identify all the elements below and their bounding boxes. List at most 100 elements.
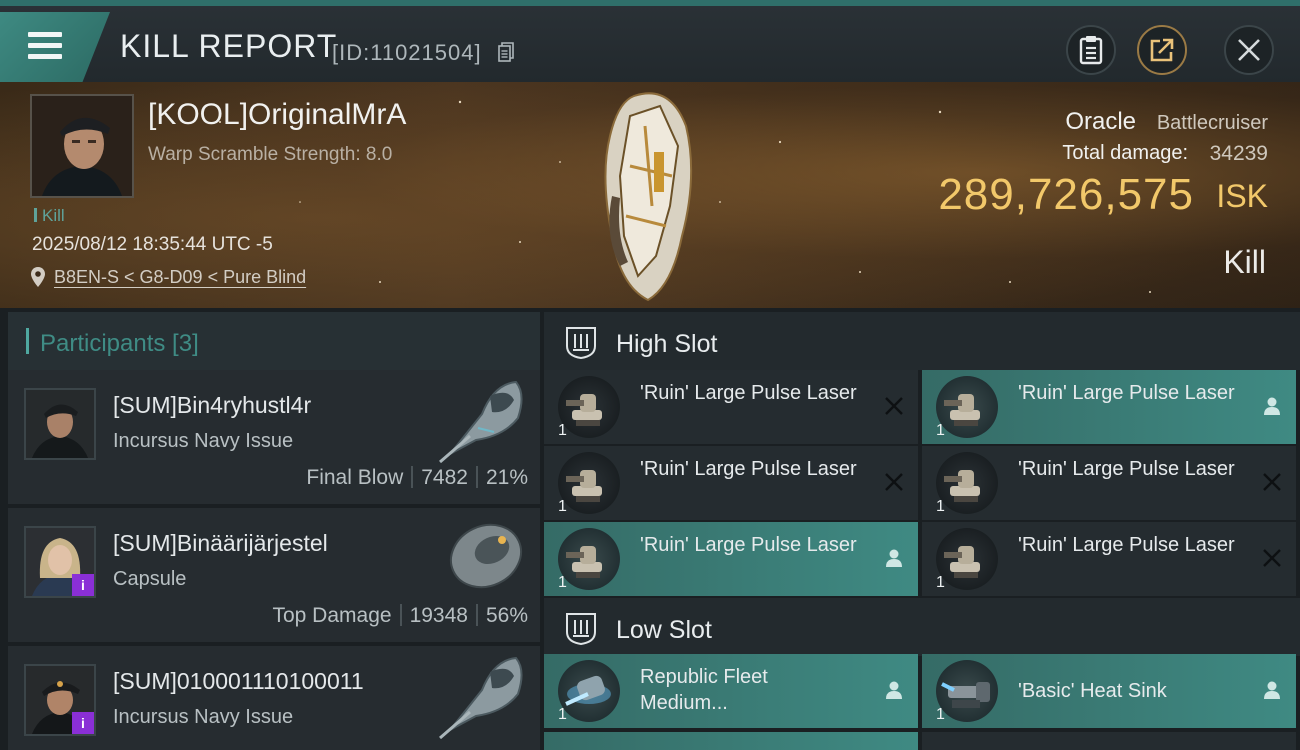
close-icon	[1238, 39, 1260, 61]
victim-banner: [KOOL]OriginalMrA Warp Scramble Strength…	[0, 82, 1300, 308]
dropped-person-icon	[1264, 681, 1280, 699]
destroyed-x-icon	[885, 397, 903, 415]
total-damage-label: Total damage:	[1062, 142, 1188, 164]
pulse-laser-icon	[936, 376, 998, 438]
close-button[interactable]	[1224, 25, 1274, 75]
module-name: 'Ruin' Large Pulse Laser	[1018, 382, 1235, 404]
kill-tag: Kill	[34, 206, 65, 226]
participant-damage: 7482	[421, 466, 468, 489]
module-item[interactable]: 1 'Basic' Heat Sink	[922, 654, 1296, 728]
share-button[interactable]	[1137, 25, 1187, 75]
destroyed-x-icon	[1263, 473, 1281, 491]
module-item[interactable]: 1 'Ruin' Large Pulse Laser	[922, 370, 1296, 444]
heat-sink-icon	[936, 660, 998, 722]
destroyed-x-icon	[1263, 549, 1281, 567]
report-id: [ID:11021504]	[332, 40, 482, 65]
pulse-laser-icon	[558, 376, 620, 438]
destroyed-x-icon	[885, 473, 903, 491]
participants-header[interactable]: Participants [3]	[8, 312, 540, 370]
pulse-laser-icon	[558, 528, 620, 590]
module-item[interactable]: 1 'Ruin' Large Pulse Laser	[922, 446, 1296, 520]
module-name: 'Ruin' Large Pulse Laser	[1018, 458, 1235, 480]
dropped-person-icon	[886, 681, 902, 699]
participant-avatar[interactable]	[24, 388, 96, 460]
total-damage-value: 34239	[1209, 142, 1268, 165]
armor-module-icon	[558, 660, 620, 722]
clipboard-icon	[1079, 36, 1103, 65]
participant-damage: 19348	[409, 604, 468, 627]
isk-unit: ISK	[1216, 178, 1268, 214]
participant-card[interactable]: i [SUM]Binäärijärjestel Capsule Top Dama…	[8, 508, 540, 642]
menu-button[interactable]	[0, 12, 110, 82]
victim-name[interactable]: [KOOL]OriginalMrA	[148, 98, 406, 132]
victim-ship-name[interactable]: Oracle	[1065, 108, 1136, 136]
module-quantity: 1	[558, 706, 567, 723]
dropped-person-icon	[1264, 397, 1280, 415]
participant-avatar[interactable]: i	[24, 664, 96, 736]
low-slot-icon	[566, 613, 596, 646]
participant-card[interactable]: [SUM]Bin4ryhustl4r Incursus Navy Issue F…	[8, 370, 540, 504]
participants-title: Participants [3]	[40, 330, 199, 357]
copy-id-icon[interactable]	[498, 42, 514, 62]
participant-ship-image	[439, 656, 523, 740]
victim-avatar[interactable]	[30, 94, 134, 198]
location-pin-icon	[31, 267, 45, 287]
kill-report-header: KILL REPORT [ID:11021504]	[0, 0, 1300, 82]
module-quantity: 1	[936, 498, 945, 515]
participant-name[interactable]: [SUM]010001110100011	[113, 668, 364, 695]
participant-role: Final Blow	[306, 466, 404, 489]
participant-ship: Incursus Navy Issue	[113, 706, 294, 728]
low-slot-title: Low Slot	[616, 616, 712, 644]
isk-value: 289,726,575	[938, 170, 1194, 219]
module-item[interactable]: 1 'Ruin' Large Pulse Laser	[922, 522, 1296, 596]
module-item[interactable]	[922, 732, 1296, 750]
kill-result: Kill	[1223, 244, 1266, 280]
page-title: KILL REPORT	[120, 28, 338, 64]
participant-ship-image	[449, 523, 523, 589]
share-external-icon	[1150, 38, 1174, 62]
pulse-laser-icon	[558, 452, 620, 514]
clipboard-report-button[interactable]	[1066, 25, 1116, 75]
module-item[interactable]: 1 'Ruin' Large Pulse Laser	[544, 370, 918, 444]
location-link[interactable]: B8EN-S < G8-D09 < Pure Blind	[54, 267, 306, 288]
participant-ship: Incursus Navy Issue	[113, 430, 294, 452]
participant-name[interactable]: [SUM]Binäärijärjestel	[113, 530, 328, 557]
module-quantity: 1	[558, 498, 567, 515]
module-name: 'Ruin' Large Pulse Laser	[640, 382, 857, 404]
module-name: Republic Fleet Medium...	[640, 666, 768, 714]
participant-percent: 21%	[485, 466, 528, 489]
dropped-person-icon	[886, 549, 902, 567]
participant-card[interactable]: i [SUM]010001110100011 Incursus Navy Iss…	[8, 646, 540, 750]
module-item[interactable]: 1 'Ruin' Large Pulse Laser	[544, 446, 918, 520]
module-name: 'Ruin' Large Pulse Laser	[1018, 534, 1235, 556]
participant-ship: Capsule	[113, 568, 187, 590]
module-quantity: 1	[558, 574, 567, 591]
module-item[interactable]: 1 'Ruin' Large Pulse Laser	[544, 522, 918, 596]
module-item[interactable]: 1 Republic Fleet Medium...	[544, 654, 918, 728]
hamburger-menu-icon[interactable]	[28, 32, 62, 60]
fitting-panel: High Slot 1 'Ruin' Large Pulse Laser 1 '…	[540, 308, 1300, 750]
victim-ship-class: Battlecruiser	[1156, 112, 1268, 134]
module-name: 'Basic' Heat Sink	[1018, 680, 1167, 702]
participant-ship-image	[439, 380, 523, 464]
high-slot-title: High Slot	[616, 330, 718, 358]
participant-percent: 56%	[485, 604, 528, 627]
pulse-laser-icon	[936, 528, 998, 590]
pulse-laser-icon	[936, 452, 998, 514]
high-slot-header: High Slot	[544, 312, 1300, 370]
module-quantity: 1	[558, 422, 567, 439]
participant-role: Top Damage	[272, 604, 392, 627]
module-quantity: 1	[936, 706, 945, 723]
participant-name[interactable]: [SUM]Bin4ryhustl4r	[113, 392, 311, 419]
module-quantity: 1	[936, 422, 945, 439]
participants-panel: Participants [3] [SUM]Bin4ryhustl4r Incu…	[0, 308, 540, 750]
warp-scramble-strength: Warp Scramble Strength: 8.0	[148, 144, 393, 165]
module-item[interactable]	[544, 732, 918, 750]
high-slot-icon	[566, 327, 596, 360]
victim-ship-image	[604, 92, 693, 302]
participant-stats: Top Damage 19348 56%	[272, 604, 528, 628]
kill-timestamp: 2025/08/12 18:35:44 UTC -5	[32, 234, 273, 255]
module-name: 'Ruin' Large Pulse Laser	[640, 458, 857, 480]
participant-avatar[interactable]: i	[24, 526, 96, 598]
module-name: 'Ruin' Large Pulse Laser	[640, 534, 857, 556]
